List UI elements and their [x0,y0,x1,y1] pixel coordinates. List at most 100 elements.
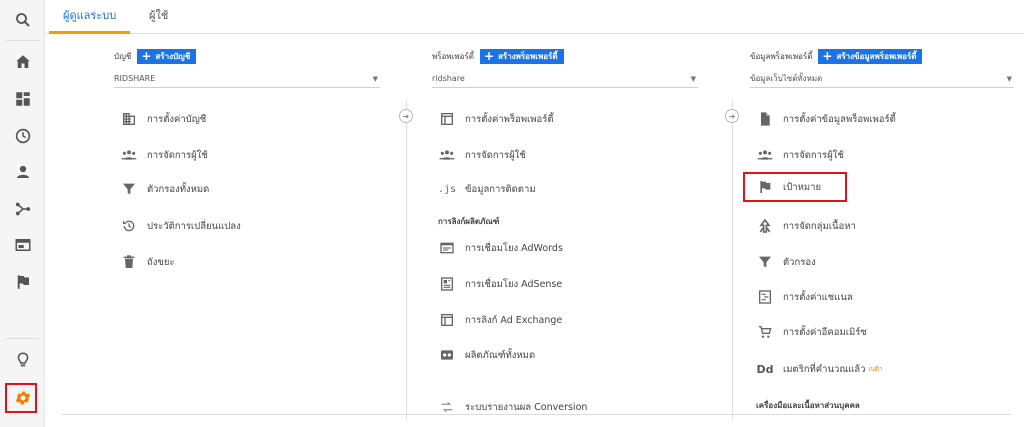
ad-exchange-linking-link[interactable]: การลิงก์ Ad Exchange [438,311,562,329]
product-linking-header: การลิงก์ผลิตภัณฑ์ [438,217,500,226]
account-selector-value: RIDSHARE [114,74,156,83]
content-grouping-link[interactable]: การจัดกลุ่มเนื้อหา [756,217,856,235]
building-icon [120,110,138,128]
admin-tabs: ผู้ดูแลระบบ ผู้ใช้ [45,0,1024,34]
cart-icon [756,323,774,341]
js-icon: .js [437,183,457,195]
adsense-icon [438,275,456,293]
view-settings-link[interactable]: การตั้งค่าข้อมูลพร็อพเพอร์ตี้ [756,110,896,128]
property-user-management-label: การจัดการผู้ใช้ [465,149,526,161]
home-icon[interactable] [0,44,45,80]
history-icon [120,217,138,235]
clock-icon[interactable] [0,118,45,154]
create-account-button[interactable]: + สร้างบัญชี [137,48,197,64]
tab-admin[interactable]: ผู้ดูแลระบบ [49,0,131,34]
all-products-label: ผลิตภัณฑ์ทั้งหมด [465,349,536,361]
all-products-link[interactable]: ผลิตภัณฑ์ทั้งหมด [438,346,535,364]
lightbulb-icon[interactable] [0,342,45,378]
view-user-management-link[interactable]: การจัดการผู้ใช้ [756,146,844,164]
account-trash-label: ถังขยะ [147,256,175,268]
adwords-linking-link[interactable]: การเชื่อมโยง AdWords [438,239,563,257]
view-selector-value: ข้อมูลเว็บไซต์ทั้งหมด [750,74,823,83]
beta-badge: เบต้า [868,365,883,373]
ecommerce-settings-link[interactable]: การตั้งค่าอีคอมเมิร์ซ [756,323,867,341]
grouping-icon [756,217,774,235]
goals-highlight-box [743,172,847,202]
create-view-label: สร้างข้อมูลพร็อพเพอร์ตี้ [836,51,917,61]
caret-down-icon: ▼ [1006,75,1012,83]
document-icon [756,110,774,128]
property-settings-link[interactable]: การตั้งค่าพร็อพเพอร์ตี้ [438,110,554,128]
adsense-linking-label: การเชื่อมโยง AdSense [465,278,563,290]
account-all-filters-label: ตัวกรองทั้งหมด [147,183,210,195]
view-label: ข้อมูลพร็อพเพอร์ตี้ [750,51,813,61]
acquisition-icon[interactable] [0,191,45,227]
filter-icon [756,253,774,271]
dd-icon: Dd [756,362,774,376]
trash-icon [120,253,138,271]
ecommerce-settings-label: การตั้งค่าอีคอมเมิร์ซ [783,326,867,338]
calculated-metrics-link[interactable]: Dd เมตริกที่คำนวณแล้ว เบต้า [756,360,883,378]
people-icon [756,146,774,164]
account-settings-link[interactable]: การตั้งค่าบัญชี [120,110,206,128]
account-trash-link[interactable]: ถังขยะ [120,253,175,271]
account-user-management-link[interactable]: การจัดการผู้ใช้ [120,146,208,164]
channel-settings-link[interactable]: การตั้งค่าแชแนล [756,288,853,306]
create-view-button[interactable]: + สร้างข้อมูลพร็อพเพอร์ตี้ [818,48,923,64]
column-divider [732,100,733,420]
dashboard-icon[interactable] [0,81,45,117]
person-icon[interactable] [0,154,45,190]
create-account-label: สร้างบัญชี [155,51,191,61]
caret-down-icon: ▼ [690,75,696,83]
view-column: ข้อมูลพร็อพเพอร์ตี้ + สร้างข้อมูลพร็อพเพ… [750,46,1018,88]
calculated-metrics-label: เมตริกที่คำนวณแล้ว [783,363,866,375]
tab-users[interactable]: ผู้ใช้ [135,0,182,34]
view-selector[interactable]: ข้อมูลเว็บไซต์ทั้งหมด ▼ [750,70,1014,88]
tracking-info-label: ข้อมูลการติดตาม [465,183,536,195]
plus-icon: + [141,48,152,63]
exchange-icon [438,311,456,329]
view-filters-label: ตัวกรอง [783,256,816,268]
admin-highlight-box [5,383,37,413]
account-all-filters-link[interactable]: ตัวกรองทั้งหมด [120,180,209,198]
search-icon[interactable] [0,2,45,38]
property-column: พร็อพเพอร์ตี้ + สร้างพร็อพเพอร์ตี้ ridsh… [432,46,700,88]
property-settings-label: การตั้งค่าพร็อพเพอร์ตี้ [465,113,554,125]
property-label: พร็อพเพอร์ตี้ [432,51,474,61]
conversion-reporting-label: ระบบรายงานผล Conversion [465,401,588,413]
account-user-management-label: การจัดการผู้ใช้ [147,149,208,161]
content-grouping-label: การจัดกลุ่มเนื้อหา [783,220,856,232]
channel-settings-label: การตั้งค่าแชแนล [783,291,853,303]
filter-icon [120,180,138,198]
account-selector[interactable]: RIDSHARE ▼ [114,70,380,88]
behavior-icon[interactable] [0,227,45,263]
column-divider [406,100,407,420]
people-icon [438,146,456,164]
caret-down-icon: ▼ [372,75,378,83]
plus-icon: + [822,48,833,63]
view-user-management-label: การจัดการผู้ใช้ [783,149,844,161]
create-property-button[interactable]: + สร้างพร็อพเพอร์ตี้ [479,48,564,64]
property-user-management-link[interactable]: การจัดการผู้ใช้ [438,146,526,164]
view-filters-link[interactable]: ตัวกรอง [756,253,816,271]
arrow-right-icon: ➜ [725,109,739,123]
personal-tools-header: เครื่องมือและเนื้อหาส่วนบุคคล [756,401,860,410]
account-column: บัญชี + สร้างบัญชี RIDSHARE ▼ [114,46,382,88]
property-selector[interactable]: ridshare ▼ [432,70,698,88]
account-settings-label: การตั้งค่าบัญชี [147,113,207,125]
adwords-icon [438,239,456,257]
left-navigation-rail [0,0,45,427]
create-property-label: สร้างพร็อพเพอร์ตี้ [498,51,558,61]
ad-exchange-linking-label: การลิงก์ Ad Exchange [465,314,563,326]
bottom-divider [62,414,1012,415]
products-icon [438,346,456,364]
tracking-info-link[interactable]: .js ข้อมูลการติดตาม [438,180,536,198]
flag-icon[interactable] [0,264,45,300]
people-icon [120,146,138,164]
account-change-history-link[interactable]: ประวัติการเปลี่ยนแปลง [120,217,241,235]
adsense-linking-link[interactable]: การเชื่อมโยง AdSense [438,275,562,293]
adwords-linking-label: การเชื่อมโยง AdWords [465,242,563,254]
account-label: บัญชี [114,51,132,61]
window-icon [438,110,456,128]
account-change-history-label: ประวัติการเปลี่ยนแปลง [147,220,241,232]
